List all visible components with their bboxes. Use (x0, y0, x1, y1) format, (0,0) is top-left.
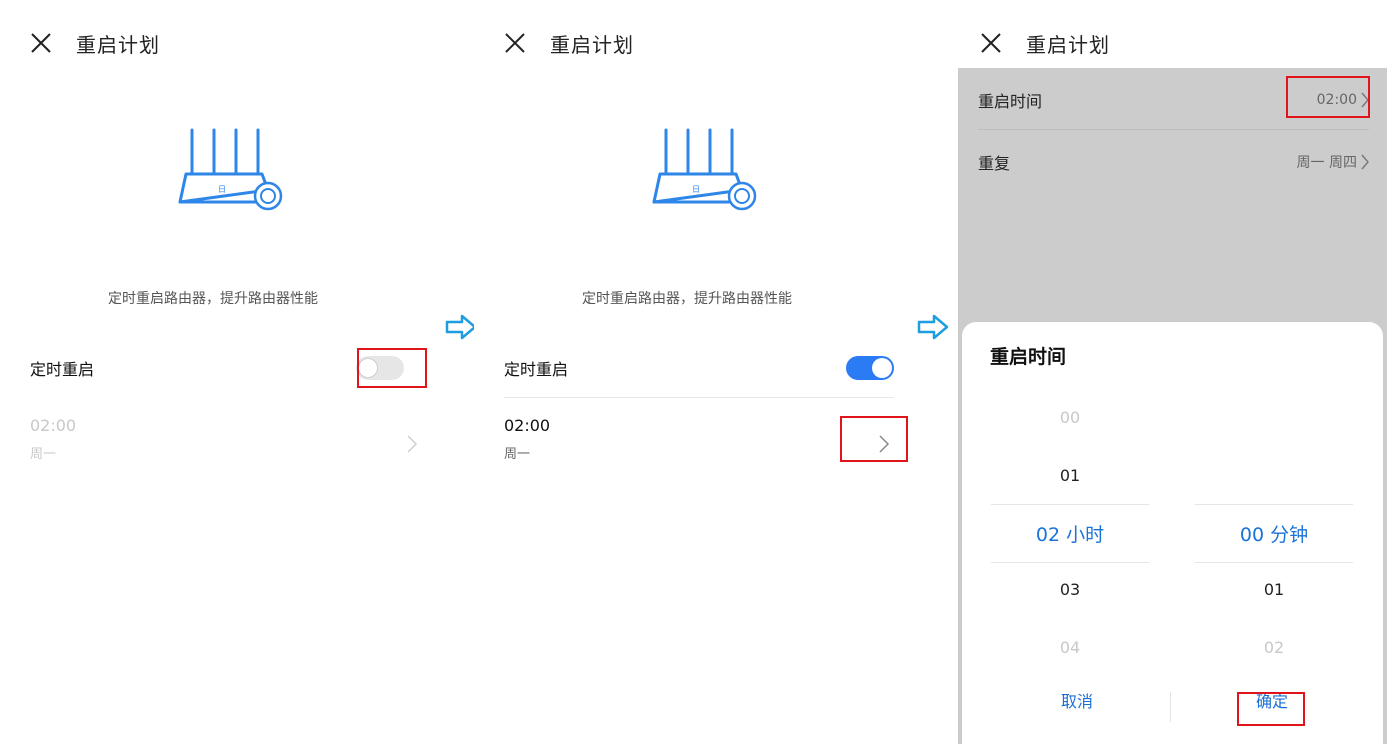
scheduled-restart-label: 定时重启 (30, 360, 95, 379)
chevron-right-icon (1361, 154, 1369, 170)
schedule-time: 02:00 (504, 416, 551, 435)
page-title: 重启计划 (1026, 32, 1110, 57)
selection-line (991, 504, 1149, 505)
minute-option[interactable]: 01 (1195, 580, 1353, 599)
scheduled-restart-row: 定时重启 (504, 350, 894, 386)
hour-option[interactable]: 00 (991, 408, 1149, 427)
scheduled-restart-toggle[interactable] (846, 356, 894, 380)
minute-option[interactable]: 02 (1195, 638, 1353, 657)
screen-reboot-plan-on: 重启计划 日 定时重启路由器，提升路由器性能 定时重启 02:00 周一 (474, 0, 916, 744)
close-icon[interactable] (30, 32, 52, 54)
highlight-box (840, 416, 908, 462)
screen-restart-time-picker: 重启计划 重启时间 02:00 重复 周一 周四 重启时间 00 01 02 小… (958, 0, 1387, 744)
close-icon[interactable] (980, 32, 1002, 54)
time-picker-sheet: 重启时间 00 01 02 小时 03 04 00 分钟 01 02 取消 确定 (962, 322, 1383, 744)
schedule-days: 周一 (504, 447, 531, 462)
router-icon: 日 (652, 128, 757, 211)
button-divider (1170, 692, 1171, 722)
repeat-value: 周一 周四 (1296, 155, 1357, 171)
header: 重启计划 (30, 26, 160, 60)
schedule-days: 周一 (30, 447, 57, 462)
hour-option-selected[interactable]: 02 小时 (991, 520, 1149, 547)
header: 重启计划 (980, 26, 1110, 60)
chevron-right-icon (407, 435, 418, 453)
highlight-box (1237, 692, 1305, 726)
repeat-row[interactable]: 重复 周一 周四 (978, 132, 1369, 192)
sheet-title: 重启时间 (990, 346, 1067, 368)
screen-reboot-plan-off: 重启计划 日 定时重启路由器，提升路由器性能 定时重启 02:00 周一 (0, 0, 440, 744)
svg-text:日: 日 (692, 185, 700, 194)
repeat-value-wrap: 周一 周四 (1297, 152, 1369, 172)
header: 重启计划 (504, 26, 634, 60)
description-text: 定时重启路由器，提升路由器性能 (582, 291, 792, 307)
schedule-item[interactable]: 02:00 周一 (504, 416, 894, 472)
scheduled-restart-label: 定时重启 (504, 360, 569, 379)
selection-line (991, 562, 1149, 563)
schedule-item: 02:00 周一 (30, 416, 418, 472)
schedule-time: 02:00 (30, 416, 77, 435)
toggle-knob (872, 358, 892, 378)
highlight-box (357, 348, 427, 388)
page-title: 重启计划 (550, 32, 634, 57)
page-title: 重启计划 (76, 32, 160, 57)
minute-option-selected[interactable]: 00 分钟 (1195, 520, 1353, 547)
cancel-button[interactable]: 取消 (1042, 688, 1112, 712)
close-icon[interactable] (504, 32, 526, 54)
router-icon: 日 (178, 128, 283, 211)
selection-line (1195, 504, 1353, 505)
description-text: 定时重启路由器，提升路由器性能 (108, 291, 318, 307)
selection-line (1195, 562, 1353, 563)
step-arrow-icon (445, 314, 477, 340)
hour-option[interactable]: 01 (991, 466, 1149, 485)
divider (504, 397, 894, 398)
repeat-label: 重复 (978, 154, 1011, 173)
svg-text:日: 日 (218, 185, 226, 194)
divider (978, 129, 1369, 130)
highlight-box (1286, 76, 1370, 118)
restart-time-label: 重启时间 (978, 92, 1043, 111)
step-arrow-icon (917, 314, 949, 340)
hour-option[interactable]: 03 (991, 580, 1149, 599)
hour-option[interactable]: 04 (991, 638, 1149, 657)
